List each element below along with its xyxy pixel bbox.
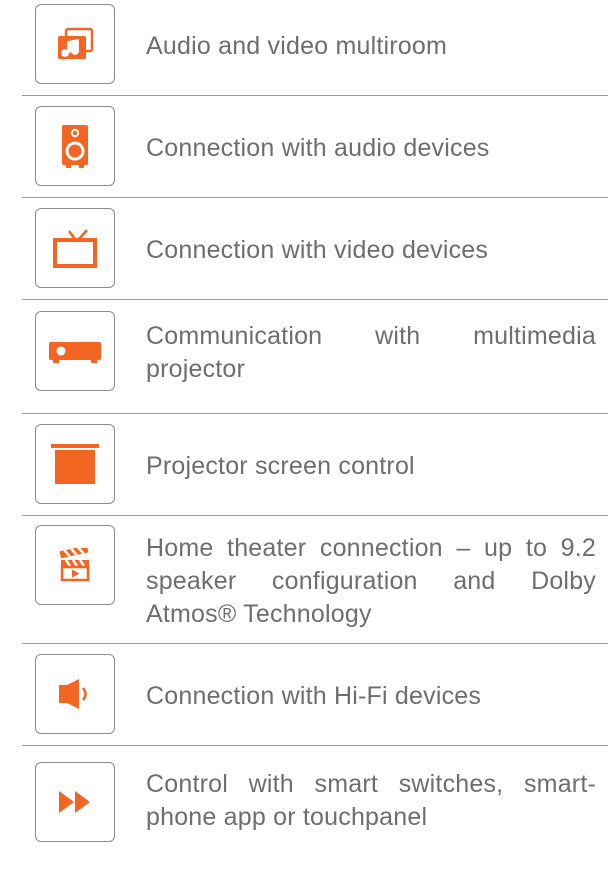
projector-screen-icon <box>50 442 100 486</box>
feature-icon-box <box>35 106 115 186</box>
divider <box>22 299 608 300</box>
speaker-icon <box>60 124 90 168</box>
tv-icon <box>52 228 98 268</box>
feature-icon-box <box>35 525 115 605</box>
feature-icon-box <box>35 311 115 391</box>
feature-label: Connection with audio devices <box>146 134 490 162</box>
divider <box>22 515 608 516</box>
fast-forward-icon <box>56 789 94 815</box>
divider <box>22 643 608 644</box>
feature-label: Home theater connection – up to 9.2 spea… <box>146 534 596 628</box>
feature-label: Projector screen control <box>146 452 415 480</box>
feature-icon-box <box>35 424 115 504</box>
divider <box>22 745 608 746</box>
feature-icon-box <box>35 208 115 288</box>
divider <box>22 95 608 96</box>
feature-label: Control with smart switches, smart-phone… <box>146 770 596 831</box>
feature-icon-box <box>35 762 115 842</box>
divider <box>22 197 608 198</box>
feature-list: Audio and video multiroom Connection wit… <box>0 0 608 872</box>
feature-label: Communication with multimedia projector <box>146 322 596 383</box>
divider <box>22 413 608 414</box>
feature-icon-box <box>35 4 115 84</box>
feature-label: Connection with video devices <box>146 236 489 264</box>
feature-label: Audio and video multiroom <box>146 32 447 60</box>
feature-icon-box <box>35 654 115 734</box>
feature-label: Connection with Hi-Fi devices <box>146 682 482 710</box>
projector-icon <box>48 338 102 364</box>
volume-icon <box>55 677 95 711</box>
clapperboard-icon <box>58 548 92 582</box>
music-files-icon <box>56 27 94 61</box>
